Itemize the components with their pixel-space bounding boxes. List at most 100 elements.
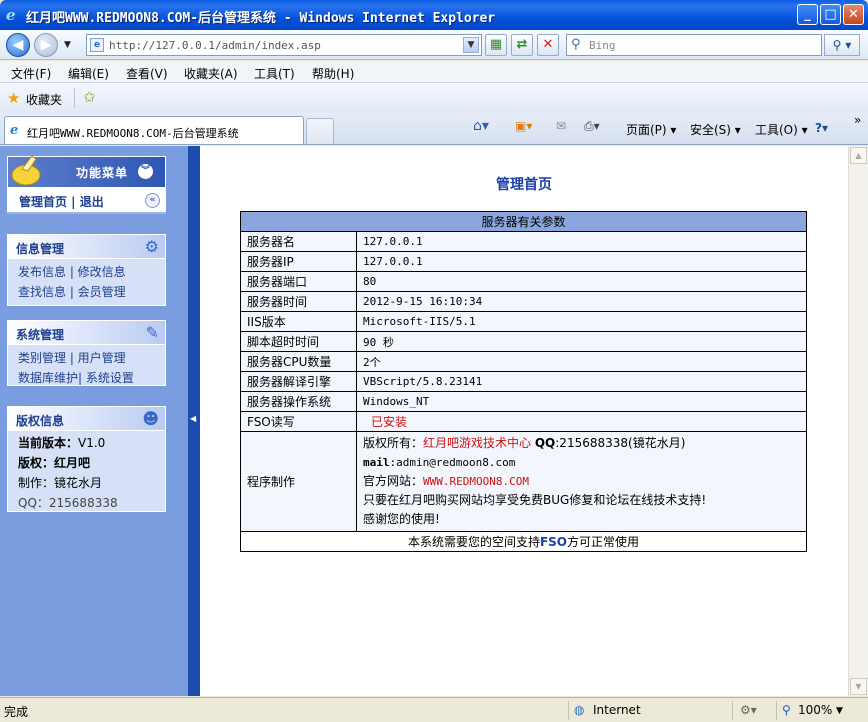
row-label: 服务器解译引擎: [240, 371, 357, 392]
divider: [74, 88, 75, 108]
site-link[interactable]: WWW.REDMOON8.COM: [423, 475, 529, 488]
favorites-bar: ★ 收藏夹 ✩: [0, 83, 868, 113]
zoom-icon[interactable]: ⚲: [782, 703, 791, 717]
url-dropdown-icon[interactable]: ▼: [463, 37, 479, 53]
system-management-header: 系统管理 ✎: [8, 321, 165, 345]
url-field[interactable]: e http://127.0.0.1/admin/index.asp ▼: [86, 34, 482, 56]
forward-button[interactable]: ▶: [34, 33, 58, 57]
footer-prefix: 本系统需要您的空间支持: [407, 535, 540, 549]
menu-view[interactable]: 查看(V): [126, 65, 168, 82]
stop-button[interactable]: ✕: [537, 34, 559, 56]
maximize-button[interactable]: □: [820, 4, 841, 25]
table-row: 服务器时间 2012-9-15 16:10:34: [240, 291, 807, 312]
url-text: http://127.0.0.1/admin/index.asp: [109, 39, 321, 52]
owner-info: 版权：红月吧: [18, 456, 91, 470]
home-icon[interactable]: ⌂▾: [473, 118, 489, 134]
table-header: 服务器有关参数: [240, 211, 807, 232]
row-value: 80: [356, 271, 807, 292]
protected-mode-icon[interactable]: ⚙▾: [740, 703, 757, 717]
minimize-button[interactable]: _: [797, 4, 818, 25]
vertical-scrollbar[interactable]: ▲ ▼: [848, 146, 868, 696]
copyright-link[interactable]: 红月吧游戏技术中心: [423, 436, 531, 450]
mail-value[interactable]: :admin@redmoon8.com: [390, 456, 516, 469]
page-icon: e: [90, 38, 104, 52]
system-management-row-1[interactable]: 类别管理 | 用户管理: [18, 348, 155, 368]
program-line-support: 只要在红月吧购买网站均享受免费BUG修复和论坛在线技术支持!: [363, 493, 707, 507]
refresh-button[interactable]: ⇄: [511, 34, 533, 56]
menu-tools[interactable]: 工具(T): [254, 65, 295, 82]
window-title: 红月吧WWW.REDMOON8.COM-后台管理系统 - Windows Int…: [26, 11, 496, 26]
row-label: 服务器端口: [240, 271, 357, 292]
home-logout-links[interactable]: 管理首页 | 退出: [19, 193, 104, 210]
new-tab-button[interactable]: [306, 118, 334, 144]
qq-info: QQ：215688338: [18, 496, 118, 510]
info-management-row-1[interactable]: 发布信息 | 修改信息: [18, 262, 155, 282]
row-value: 127.0.0.1: [356, 251, 807, 272]
page-content: 功能菜单 ︾ 管理首页 | 退出 « 信息管理 ⚙ 发布信息 | 修改信息 查找…: [0, 146, 868, 696]
more-commands-button[interactable]: »: [854, 113, 861, 127]
table-row: 服务器端口 80: [240, 271, 807, 292]
tools-menu-label: 工具(O): [755, 123, 798, 137]
print-icon[interactable]: ⎙▾: [584, 119, 600, 134]
system-management-title: 系统管理: [16, 328, 65, 342]
collapse-left-icon[interactable]: «: [145, 193, 160, 208]
mail-icon[interactable]: ✉: [556, 119, 566, 133]
row-label: FSO读写: [240, 411, 357, 432]
scroll-up-icon[interactable]: ▲: [850, 147, 867, 164]
row-label: 服务器IP: [240, 251, 357, 272]
menu-file[interactable]: 文件(F): [11, 65, 51, 82]
qq-value: :215688338(镜花水月): [555, 436, 686, 450]
history-dropdown-icon[interactable]: ▼: [64, 40, 71, 50]
info-management-row-2[interactable]: 查找信息 | 会员管理: [18, 282, 155, 302]
collapse-arrow-icon[interactable]: ◀: [190, 414, 196, 423]
sidebar-toggle-bar[interactable]: ◀: [188, 146, 200, 696]
search-go-button[interactable]: ⚲ ▾: [824, 34, 860, 56]
collapse-down-icon[interactable]: ︾: [138, 164, 153, 179]
table-row: 服务器操作系统 Windows_NT: [240, 391, 807, 412]
compatibility-icon[interactable]: ▦: [485, 34, 507, 56]
menu-help[interactable]: 帮助(H): [312, 65, 354, 82]
row-value: Microsoft-IIS/5.1: [356, 311, 807, 332]
back-button[interactable]: ◀: [6, 33, 30, 57]
add-favorite-icon[interactable]: ✩: [83, 88, 96, 106]
search-input[interactable]: ⚲ Bing: [566, 34, 822, 56]
page-menu[interactable]: 页面(P) ▾: [626, 121, 676, 138]
safety-menu-label: 安全(S): [690, 123, 731, 137]
close-button[interactable]: ✕: [843, 4, 864, 25]
ie-logo-icon: e: [6, 6, 16, 24]
system-management-row-2[interactable]: 数据库维护| 系统设置: [18, 368, 155, 388]
copyright-prefix: 版权所有：: [363, 436, 424, 450]
help-icon[interactable]: ?▾: [815, 121, 828, 135]
row-value: 90 秒: [356, 331, 807, 352]
search-placeholder: Bing: [589, 39, 616, 52]
system-management-panel: 系统管理 ✎ 类别管理 | 用户管理 数据库维护| 系统设置: [7, 320, 166, 386]
table-row: 服务器名 127.0.0.1: [240, 231, 807, 252]
menu-edit[interactable]: 编辑(E): [68, 65, 109, 82]
row-label: 服务器时间: [240, 291, 357, 312]
status-text: 完成: [4, 705, 29, 719]
tab-title: 红月吧WWW.REDMOON8.COM-后台管理系统: [27, 127, 239, 140]
gear-icon: ⚙: [144, 237, 159, 256]
tools-menu[interactable]: 工具(O) ▾: [755, 121, 808, 138]
menu-favorites[interactable]: 收藏夹(A): [184, 65, 238, 82]
info-management-panel: 信息管理 ⚙ 发布信息 | 修改信息 查找信息 | 会员管理: [7, 234, 166, 306]
zoom-level[interactable]: 100%: [798, 703, 832, 717]
program-line-mail: mail:admin@redmoon8.com: [363, 453, 800, 472]
safety-menu[interactable]: 安全(S) ▾: [690, 121, 741, 138]
feeds-icon[interactable]: ▣▾: [515, 119, 532, 133]
table-row: 服务器解译引擎 VBScript/5.8.23141: [240, 371, 807, 392]
favorites-button[interactable]: 收藏夹: [26, 91, 62, 108]
page-title: 管理首页: [496, 177, 552, 193]
menu-bar: 文件(F) 编辑(E) 查看(V) 收藏夹(A) 工具(T) 帮助(H): [0, 61, 868, 83]
row-value: 已安装: [356, 411, 807, 432]
tab-admin[interactable]: e 红月吧WWW.REDMOON8.COM-后台管理系统: [4, 116, 304, 144]
row-value: 2012-9-15 16:10:34: [356, 291, 807, 312]
version-label: 当前版本：: [18, 436, 79, 450]
favorites-star-icon[interactable]: ★: [7, 89, 20, 107]
user-icon: ☻: [142, 409, 159, 428]
row-label: 服务器CPU数量: [240, 351, 357, 372]
scroll-down-icon[interactable]: ▼: [850, 678, 867, 695]
zoom-dropdown-icon[interactable]: ▼: [836, 706, 843, 716]
divider: [732, 701, 733, 720]
row-label: IIS版本: [240, 311, 357, 332]
